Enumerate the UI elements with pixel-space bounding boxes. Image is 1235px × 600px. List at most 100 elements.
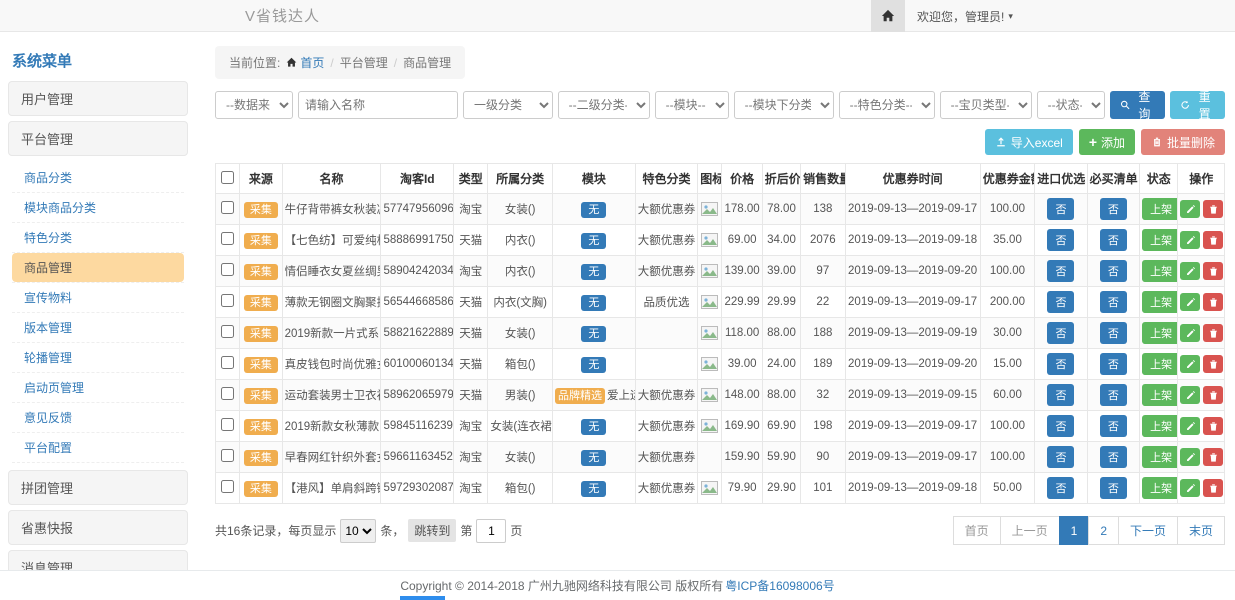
status-toggle[interactable]: 上架 [1142, 229, 1178, 251]
must-buy-toggle[interactable]: 否 [1100, 477, 1127, 499]
edit-button[interactable] [1180, 386, 1200, 404]
data-source-select[interactable]: --数据来源-- [215, 91, 293, 119]
import-select-toggle[interactable]: 否 [1047, 229, 1074, 251]
status-toggle[interactable]: 上架 [1142, 446, 1178, 468]
home-button[interactable] [871, 0, 905, 32]
page-2-button[interactable]: 2 [1088, 516, 1119, 545]
sidebar-group-platform[interactable]: 平台管理 [8, 121, 188, 156]
sidebar-sub-link[interactable]: 轮播管理 [12, 343, 184, 372]
delete-button[interactable] [1203, 324, 1223, 342]
module-select[interactable]: --模块-- [655, 91, 729, 119]
sidebar-group[interactable]: 省惠快报 [8, 510, 188, 545]
edit-button[interactable] [1180, 200, 1200, 218]
row-checkbox[interactable] [221, 294, 234, 307]
edit-button[interactable] [1180, 324, 1200, 342]
must-buy-toggle[interactable]: 否 [1100, 198, 1127, 220]
sidebar-sub-link[interactable]: 启动页管理 [12, 373, 184, 402]
edit-button[interactable] [1180, 293, 1200, 311]
page-number-input[interactable] [476, 519, 506, 543]
delete-button[interactable] [1203, 479, 1223, 497]
module-sub-select[interactable]: --模块下分类-- [734, 91, 834, 119]
sidebar-sub-link[interactable]: 版本管理 [12, 313, 184, 342]
item-type-select[interactable]: --宝贝类型-- [940, 91, 1032, 119]
next-page-button[interactable]: 下一页 [1118, 516, 1178, 545]
jump-button[interactable]: 跳转到 [408, 519, 456, 542]
import-excel-button[interactable]: 导入excel [985, 129, 1073, 155]
page-1-button[interactable]: 1 [1059, 516, 1090, 545]
edit-button[interactable] [1180, 417, 1200, 435]
delete-button[interactable] [1203, 293, 1223, 311]
sidebar-group-users[interactable]: 用户管理 [8, 81, 188, 116]
row-checkbox[interactable] [221, 387, 234, 400]
import-select-toggle[interactable]: 否 [1047, 415, 1074, 437]
must-buy-toggle[interactable]: 否 [1100, 446, 1127, 468]
must-buy-toggle[interactable]: 否 [1100, 291, 1127, 313]
name-search-input[interactable] [298, 91, 458, 119]
category1-select[interactable]: 一级分类 [463, 91, 553, 119]
sidebar-sub-link[interactable]: 商品分类 [12, 163, 184, 192]
delete-button[interactable] [1203, 231, 1223, 249]
category2-select[interactable]: --二级分类-- [558, 91, 650, 119]
import-select-toggle[interactable]: 否 [1047, 198, 1074, 220]
sidebar-sub-link[interactable]: 特色分类 [12, 223, 184, 252]
edit-button[interactable] [1180, 262, 1200, 280]
edit-button[interactable] [1180, 231, 1200, 249]
status-toggle[interactable]: 上架 [1142, 291, 1178, 313]
user-menu[interactable]: 欢迎您，管理员! ▾ [905, 8, 1235, 25]
first-page-button[interactable]: 首页 [953, 516, 1001, 545]
row-checkbox[interactable] [221, 449, 234, 462]
status-select[interactable]: --状态-- [1037, 91, 1105, 119]
prev-page-button[interactable]: 上一页 [1000, 516, 1060, 545]
status-toggle[interactable]: 上架 [1142, 198, 1178, 220]
icp-link[interactable]: 粤ICP备16098006号 [725, 577, 834, 594]
status-toggle[interactable]: 上架 [1142, 384, 1178, 406]
import-select-toggle[interactable]: 否 [1047, 322, 1074, 344]
row-checkbox[interactable] [221, 356, 234, 369]
must-buy-toggle[interactable]: 否 [1100, 229, 1127, 251]
delete-button[interactable] [1203, 448, 1223, 466]
import-select-toggle[interactable]: 否 [1047, 260, 1074, 282]
import-select-toggle[interactable]: 否 [1047, 446, 1074, 468]
status-toggle[interactable]: 上架 [1142, 260, 1178, 282]
delete-button[interactable] [1203, 200, 1223, 218]
select-all-checkbox[interactable] [221, 171, 234, 184]
row-checkbox[interactable] [221, 232, 234, 245]
must-buy-toggle[interactable]: 否 [1100, 322, 1127, 344]
row-checkbox[interactable] [221, 201, 234, 214]
edit-button[interactable] [1180, 355, 1200, 373]
delete-button[interactable] [1203, 355, 1223, 373]
must-buy-toggle[interactable]: 否 [1100, 415, 1127, 437]
search-button[interactable]: 查询 [1110, 91, 1165, 119]
sidebar-group[interactable]: 拼团管理 [8, 470, 188, 505]
sidebar-sub-link[interactable]: 商品管理 [12, 253, 184, 282]
sidebar-sub-link[interactable]: 宣传物料 [12, 283, 184, 312]
import-select-toggle[interactable]: 否 [1047, 384, 1074, 406]
import-select-toggle[interactable]: 否 [1047, 291, 1074, 313]
per-page-select[interactable]: 10 [340, 519, 376, 543]
sidebar-sub-link[interactable]: 模块商品分类 [12, 193, 184, 222]
sidebar-group[interactable]: 消息管理 [8, 550, 188, 570]
must-buy-toggle[interactable]: 否 [1100, 384, 1127, 406]
must-buy-toggle[interactable]: 否 [1100, 353, 1127, 375]
add-button[interactable]: + 添加 [1079, 129, 1135, 155]
edit-button[interactable] [1180, 479, 1200, 497]
row-checkbox[interactable] [221, 263, 234, 276]
must-buy-toggle[interactable]: 否 [1100, 260, 1127, 282]
sidebar-sub-link[interactable]: 平台配置 [12, 433, 184, 462]
status-toggle[interactable]: 上架 [1142, 415, 1178, 437]
edit-button[interactable] [1180, 448, 1200, 466]
delete-button[interactable] [1203, 262, 1223, 280]
last-page-button[interactable]: 末页 [1177, 516, 1225, 545]
reset-button[interactable]: 重置 [1170, 91, 1225, 119]
status-toggle[interactable]: 上架 [1142, 353, 1178, 375]
breadcrumb-home-link[interactable]: 首页 [286, 54, 324, 71]
import-select-toggle[interactable]: 否 [1047, 477, 1074, 499]
status-toggle[interactable]: 上架 [1142, 322, 1178, 344]
batch-delete-button[interactable]: 批量删除 [1141, 129, 1225, 155]
import-select-toggle[interactable]: 否 [1047, 353, 1074, 375]
delete-button[interactable] [1203, 417, 1223, 435]
feature-select[interactable]: --特色分类-- [839, 91, 935, 119]
delete-button[interactable] [1203, 386, 1223, 404]
row-checkbox[interactable] [221, 325, 234, 338]
row-checkbox[interactable] [221, 480, 234, 493]
